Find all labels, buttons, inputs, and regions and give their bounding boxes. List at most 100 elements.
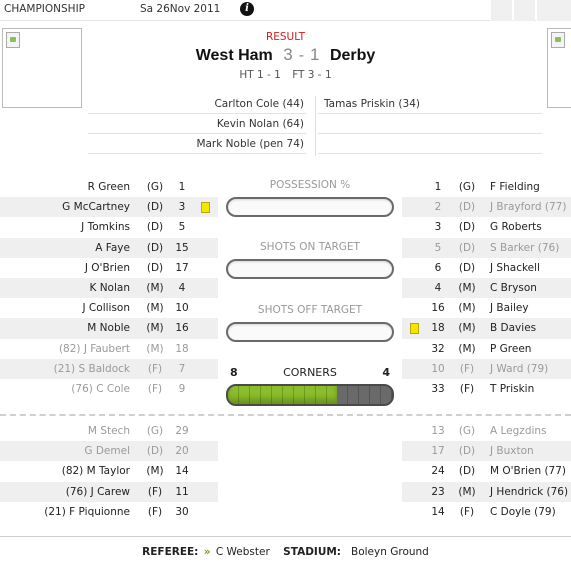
player-name[interactable]: M O'Brien (77) bbox=[490, 461, 566, 481]
player-name[interactable]: R Green bbox=[88, 177, 130, 197]
match-date: Sa 26Nov 2011 bbox=[140, 3, 221, 15]
yellow-card-icon bbox=[201, 202, 210, 214]
player-position: (G) bbox=[458, 425, 476, 437]
player-row[interactable]: J Bailey (M) 16 bbox=[402, 298, 571, 318]
player-name[interactable]: (82) J Faubert bbox=[59, 339, 130, 359]
player-name[interactable]: J Buxton bbox=[490, 441, 534, 461]
player-position: (D) bbox=[146, 241, 164, 254]
corners-label: CORNERS bbox=[283, 366, 337, 379]
player-name[interactable]: J Brayford (77) bbox=[490, 197, 566, 217]
player-row[interactable]: J Tomkins (D) 5 bbox=[0, 217, 218, 237]
player-position: (M) bbox=[146, 465, 164, 478]
player-name[interactable]: J Bailey bbox=[490, 298, 529, 318]
player-row[interactable]: C Doyle (79) (F) 14 bbox=[402, 502, 571, 522]
player-name[interactable]: A Legzdins bbox=[490, 421, 547, 441]
away-score: 1 bbox=[310, 45, 320, 64]
half-time-score: HT 1 - 1 bbox=[239, 69, 281, 81]
player-row[interactable]: S Barker (76) (D) 5 bbox=[402, 237, 571, 258]
player-number: 30 bbox=[175, 505, 189, 518]
player-name[interactable]: J Hendrick (76) bbox=[490, 482, 568, 502]
player-name[interactable]: G Demel bbox=[84, 441, 130, 461]
player-row[interactable]: C Bryson (M) 4 bbox=[402, 277, 571, 299]
player-name[interactable]: J Shackell bbox=[490, 258, 540, 278]
player-row[interactable]: J Ward (79) (F) 10 bbox=[402, 358, 571, 379]
stadium-name[interactable]: Boleyn Ground bbox=[351, 546, 429, 558]
player-row[interactable]: P Green (M) 32 bbox=[402, 339, 571, 359]
player-row[interactable]: (76) J Carew (F) 11 bbox=[0, 481, 218, 502]
player-row[interactable]: (82) J Faubert (M) 18 bbox=[0, 339, 218, 359]
player-number: 10 bbox=[175, 302, 189, 315]
player-name[interactable]: (21) F Piquionne bbox=[44, 502, 130, 522]
player-row[interactable]: (21) F Piquionne (F) 30 bbox=[0, 502, 218, 522]
player-number: 5 bbox=[434, 241, 442, 254]
player-name[interactable]: B Davies bbox=[490, 318, 536, 338]
home-lineup: R Green (G) 1 G McCartney (D) 3 J Tomkins (D) 5 A… bbox=[0, 177, 218, 399]
player-name[interactable]: J Collison bbox=[83, 298, 131, 318]
player-name[interactable]: J Ward (79) bbox=[490, 359, 548, 379]
player-name[interactable]: (21) S Baldock bbox=[54, 359, 130, 379]
player-row[interactable]: J Collison (M) 10 bbox=[0, 298, 218, 318]
footer-divider bbox=[0, 536, 571, 537]
top-bar: CHAMPIONSHIP Sa 26Nov 2011 i bbox=[0, 0, 571, 21]
player-row[interactable]: A Faye (D) 15 bbox=[0, 237, 218, 258]
player-name[interactable]: A Faye bbox=[95, 238, 130, 258]
player-name[interactable]: (76) J Carew bbox=[66, 482, 130, 502]
player-number: 3 bbox=[178, 201, 186, 214]
possession-label: POSSESSION % bbox=[269, 179, 351, 191]
player-row[interactable]: T Priskin (F) 33 bbox=[402, 379, 571, 399]
player-name[interactable]: J Tomkins bbox=[81, 217, 130, 237]
player-name[interactable]: (76) C Cole bbox=[71, 379, 130, 399]
player-position: (M) bbox=[146, 342, 164, 355]
home-team-name[interactable]: West Ham bbox=[196, 47, 273, 64]
player-row[interactable]: (76) C Cole (F) 9 bbox=[0, 379, 218, 399]
player-name[interactable]: S Barker (76) bbox=[490, 238, 559, 258]
player-row[interactable]: J Buxton (D) 17 bbox=[402, 441, 571, 462]
player-row[interactable]: J Shackell (D) 6 bbox=[402, 258, 571, 278]
player-row[interactable]: J Hendrick (76) (M) 23 bbox=[402, 481, 571, 502]
player-name[interactable]: C Bryson bbox=[490, 278, 537, 298]
player-name[interactable]: G Roberts bbox=[490, 217, 542, 237]
scorers-divider bbox=[315, 96, 316, 156]
player-row[interactable]: K Nolan (M) 4 bbox=[0, 277, 218, 299]
player-row[interactable]: A Legzdins (G) 13 bbox=[402, 421, 571, 441]
player-number: 7 bbox=[178, 362, 186, 375]
player-name[interactable]: M Noble bbox=[87, 318, 130, 338]
player-name[interactable]: K Nolan bbox=[89, 278, 130, 298]
player-row[interactable]: G McCartney (D) 3 bbox=[0, 197, 218, 218]
player-row[interactable]: G Roberts (D) 3 bbox=[402, 217, 571, 237]
player-row[interactable]: R Green (G) 1 bbox=[0, 177, 218, 197]
away-team-name[interactable]: Derby bbox=[330, 47, 375, 64]
player-position: (D) bbox=[458, 201, 476, 214]
player-row[interactable]: J Brayford (77) (D) 2 bbox=[402, 197, 571, 218]
player-name[interactable]: J O'Brien bbox=[85, 258, 130, 278]
player-name[interactable]: T Priskin bbox=[490, 379, 534, 399]
player-row[interactable]: M Noble (M) 16 bbox=[0, 318, 218, 339]
toolbar-button-1[interactable] bbox=[490, 0, 512, 21]
toolbar-button-2[interactable] bbox=[513, 0, 535, 21]
info-icon[interactable]: i bbox=[240, 2, 254, 16]
player-name[interactable]: P Green bbox=[490, 339, 531, 359]
player-name[interactable]: M Stech bbox=[88, 421, 130, 441]
player-name[interactable]: (82) M Taylor bbox=[62, 461, 130, 481]
player-name[interactable]: F Fielding bbox=[490, 177, 540, 197]
away-bench: A Legzdins (G) 13 J Buxton (D) 17 M O'Brien (7… bbox=[402, 421, 571, 522]
player-name[interactable]: C Doyle (79) bbox=[490, 502, 556, 522]
referee-name[interactable]: C Webster bbox=[216, 546, 270, 558]
player-number: 1 bbox=[434, 181, 442, 193]
player-row[interactable]: B Davies (M) 18 bbox=[402, 318, 571, 339]
toolbar-button-3[interactable] bbox=[536, 0, 571, 21]
player-row[interactable]: M O'Brien (77) (D) 24 bbox=[402, 461, 571, 481]
player-row[interactable]: (82) M Taylor (M) 14 bbox=[0, 461, 218, 481]
player-row[interactable]: J O'Brien (D) 17 bbox=[0, 258, 218, 278]
player-number: 18 bbox=[431, 322, 445, 335]
player-position: (M) bbox=[458, 322, 476, 335]
player-row[interactable]: F Fielding (G) 1 bbox=[402, 177, 571, 197]
player-name[interactable]: G McCartney bbox=[62, 197, 130, 217]
player-position: (D) bbox=[458, 445, 476, 458]
home-bench: M Stech (G) 29 G Demel (D) 20 (82) M Taylor (M)… bbox=[0, 421, 218, 522]
player-row[interactable]: G Demel (D) 20 bbox=[0, 441, 218, 462]
player-position: (M) bbox=[458, 485, 476, 498]
player-row[interactable]: (21) S Baldock (F) 7 bbox=[0, 358, 218, 379]
player-position: (M) bbox=[458, 281, 476, 294]
player-row[interactable]: M Stech (G) 29 bbox=[0, 421, 218, 441]
